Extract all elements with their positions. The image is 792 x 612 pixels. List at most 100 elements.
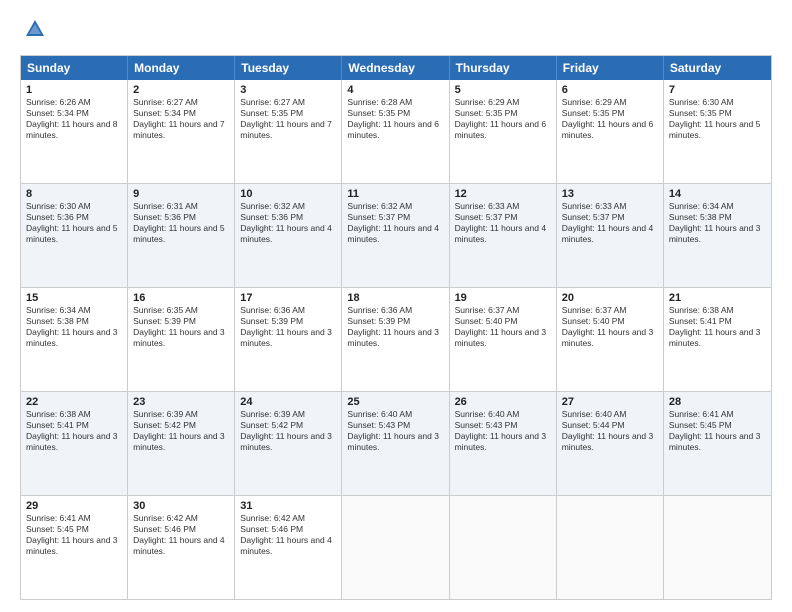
day-number: 20 bbox=[562, 292, 658, 304]
day-cell-30: 30Sunrise: 6:42 AM Sunset: 5:46 PM Dayli… bbox=[128, 496, 235, 599]
cell-info: Sunrise: 6:27 AM Sunset: 5:34 PM Dayligh… bbox=[133, 97, 229, 141]
cell-info: Sunrise: 6:39 AM Sunset: 5:42 PM Dayligh… bbox=[240, 409, 336, 453]
day-number: 15 bbox=[26, 292, 122, 304]
day-cell-1: 1Sunrise: 6:26 AM Sunset: 5:34 PM Daylig… bbox=[21, 80, 128, 183]
day-number: 17 bbox=[240, 292, 336, 304]
calendar-row-2: 8Sunrise: 6:30 AM Sunset: 5:36 PM Daylig… bbox=[21, 184, 771, 288]
cell-info: Sunrise: 6:39 AM Sunset: 5:42 PM Dayligh… bbox=[133, 409, 229, 453]
day-cell-4: 4Sunrise: 6:28 AM Sunset: 5:35 PM Daylig… bbox=[342, 80, 449, 183]
cell-info: Sunrise: 6:33 AM Sunset: 5:37 PM Dayligh… bbox=[455, 201, 551, 245]
cell-info: Sunrise: 6:30 AM Sunset: 5:35 PM Dayligh… bbox=[669, 97, 766, 141]
day-cell-9: 9Sunrise: 6:31 AM Sunset: 5:36 PM Daylig… bbox=[128, 184, 235, 287]
day-cell-13: 13Sunrise: 6:33 AM Sunset: 5:37 PM Dayli… bbox=[557, 184, 664, 287]
day-cell-12: 12Sunrise: 6:33 AM Sunset: 5:37 PM Dayli… bbox=[450, 184, 557, 287]
day-number: 22 bbox=[26, 396, 122, 408]
day-number: 3 bbox=[240, 84, 336, 96]
day-number: 21 bbox=[669, 292, 766, 304]
calendar-row-4: 22Sunrise: 6:38 AM Sunset: 5:41 PM Dayli… bbox=[21, 392, 771, 496]
cell-info: Sunrise: 6:35 AM Sunset: 5:39 PM Dayligh… bbox=[133, 305, 229, 349]
day-number: 10 bbox=[240, 188, 336, 200]
calendar-row-1: 1Sunrise: 6:26 AM Sunset: 5:34 PM Daylig… bbox=[21, 80, 771, 184]
day-cell-27: 27Sunrise: 6:40 AM Sunset: 5:44 PM Dayli… bbox=[557, 392, 664, 495]
cell-info: Sunrise: 6:42 AM Sunset: 5:46 PM Dayligh… bbox=[240, 513, 336, 557]
day-number: 18 bbox=[347, 292, 443, 304]
day-number: 28 bbox=[669, 396, 766, 408]
day-number: 8 bbox=[26, 188, 122, 200]
day-cell-26: 26Sunrise: 6:40 AM Sunset: 5:43 PM Dayli… bbox=[450, 392, 557, 495]
day-cell-14: 14Sunrise: 6:34 AM Sunset: 5:38 PM Dayli… bbox=[664, 184, 771, 287]
day-cell-19: 19Sunrise: 6:37 AM Sunset: 5:40 PM Dayli… bbox=[450, 288, 557, 391]
day-number: 13 bbox=[562, 188, 658, 200]
calendar-body: 1Sunrise: 6:26 AM Sunset: 5:34 PM Daylig… bbox=[21, 80, 771, 599]
day-number: 12 bbox=[455, 188, 551, 200]
day-cell-7: 7Sunrise: 6:30 AM Sunset: 5:35 PM Daylig… bbox=[664, 80, 771, 183]
empty-cell bbox=[557, 496, 664, 599]
day-number: 9 bbox=[133, 188, 229, 200]
day-number: 19 bbox=[455, 292, 551, 304]
empty-cell bbox=[342, 496, 449, 599]
cell-info: Sunrise: 6:36 AM Sunset: 5:39 PM Dayligh… bbox=[240, 305, 336, 349]
day-number: 25 bbox=[347, 396, 443, 408]
cell-info: Sunrise: 6:31 AM Sunset: 5:36 PM Dayligh… bbox=[133, 201, 229, 245]
day-number: 6 bbox=[562, 84, 658, 96]
day-number: 4 bbox=[347, 84, 443, 96]
day-number: 26 bbox=[455, 396, 551, 408]
day-cell-15: 15Sunrise: 6:34 AM Sunset: 5:38 PM Dayli… bbox=[21, 288, 128, 391]
calendar-header: SundayMondayTuesdayWednesdayThursdayFrid… bbox=[21, 56, 771, 80]
day-cell-20: 20Sunrise: 6:37 AM Sunset: 5:40 PM Dayli… bbox=[557, 288, 664, 391]
cell-info: Sunrise: 6:41 AM Sunset: 5:45 PM Dayligh… bbox=[669, 409, 766, 453]
day-number: 24 bbox=[240, 396, 336, 408]
header bbox=[20, 16, 772, 45]
day-number: 1 bbox=[26, 84, 122, 96]
header-day-friday: Friday bbox=[557, 56, 664, 80]
day-number: 5 bbox=[455, 84, 551, 96]
day-number: 29 bbox=[26, 500, 122, 512]
cell-info: Sunrise: 6:42 AM Sunset: 5:46 PM Dayligh… bbox=[133, 513, 229, 557]
page: SundayMondayTuesdayWednesdayThursdayFrid… bbox=[0, 0, 792, 612]
day-cell-29: 29Sunrise: 6:41 AM Sunset: 5:45 PM Dayli… bbox=[21, 496, 128, 599]
cell-info: Sunrise: 6:34 AM Sunset: 5:38 PM Dayligh… bbox=[669, 201, 766, 245]
cell-info: Sunrise: 6:40 AM Sunset: 5:43 PM Dayligh… bbox=[455, 409, 551, 453]
day-cell-24: 24Sunrise: 6:39 AM Sunset: 5:42 PM Dayli… bbox=[235, 392, 342, 495]
day-cell-17: 17Sunrise: 6:36 AM Sunset: 5:39 PM Dayli… bbox=[235, 288, 342, 391]
cell-info: Sunrise: 6:37 AM Sunset: 5:40 PM Dayligh… bbox=[455, 305, 551, 349]
day-cell-5: 5Sunrise: 6:29 AM Sunset: 5:35 PM Daylig… bbox=[450, 80, 557, 183]
cell-info: Sunrise: 6:40 AM Sunset: 5:43 PM Dayligh… bbox=[347, 409, 443, 453]
cell-info: Sunrise: 6:26 AM Sunset: 5:34 PM Dayligh… bbox=[26, 97, 122, 141]
day-number: 11 bbox=[347, 188, 443, 200]
logo-icon bbox=[24, 18, 46, 45]
day-number: 30 bbox=[133, 500, 229, 512]
day-number: 27 bbox=[562, 396, 658, 408]
empty-cell bbox=[664, 496, 771, 599]
cell-info: Sunrise: 6:36 AM Sunset: 5:39 PM Dayligh… bbox=[347, 305, 443, 349]
day-cell-25: 25Sunrise: 6:40 AM Sunset: 5:43 PM Dayli… bbox=[342, 392, 449, 495]
header-day-thursday: Thursday bbox=[450, 56, 557, 80]
calendar-row-3: 15Sunrise: 6:34 AM Sunset: 5:38 PM Dayli… bbox=[21, 288, 771, 392]
cell-info: Sunrise: 6:34 AM Sunset: 5:38 PM Dayligh… bbox=[26, 305, 122, 349]
day-cell-6: 6Sunrise: 6:29 AM Sunset: 5:35 PM Daylig… bbox=[557, 80, 664, 183]
day-number: 23 bbox=[133, 396, 229, 408]
day-cell-31: 31Sunrise: 6:42 AM Sunset: 5:46 PM Dayli… bbox=[235, 496, 342, 599]
day-number: 2 bbox=[133, 84, 229, 96]
cell-info: Sunrise: 6:33 AM Sunset: 5:37 PM Dayligh… bbox=[562, 201, 658, 245]
cell-info: Sunrise: 6:29 AM Sunset: 5:35 PM Dayligh… bbox=[562, 97, 658, 141]
header-day-wednesday: Wednesday bbox=[342, 56, 449, 80]
cell-info: Sunrise: 6:38 AM Sunset: 5:41 PM Dayligh… bbox=[669, 305, 766, 349]
day-cell-22: 22Sunrise: 6:38 AM Sunset: 5:41 PM Dayli… bbox=[21, 392, 128, 495]
day-number: 14 bbox=[669, 188, 766, 200]
header-day-tuesday: Tuesday bbox=[235, 56, 342, 80]
header-day-saturday: Saturday bbox=[664, 56, 771, 80]
cell-info: Sunrise: 6:27 AM Sunset: 5:35 PM Dayligh… bbox=[240, 97, 336, 141]
calendar: SundayMondayTuesdayWednesdayThursdayFrid… bbox=[20, 55, 772, 600]
day-cell-23: 23Sunrise: 6:39 AM Sunset: 5:42 PM Dayli… bbox=[128, 392, 235, 495]
calendar-row-5: 29Sunrise: 6:41 AM Sunset: 5:45 PM Dayli… bbox=[21, 496, 771, 599]
cell-info: Sunrise: 6:32 AM Sunset: 5:36 PM Dayligh… bbox=[240, 201, 336, 245]
day-cell-18: 18Sunrise: 6:36 AM Sunset: 5:39 PM Dayli… bbox=[342, 288, 449, 391]
day-cell-21: 21Sunrise: 6:38 AM Sunset: 5:41 PM Dayli… bbox=[664, 288, 771, 391]
cell-info: Sunrise: 6:40 AM Sunset: 5:44 PM Dayligh… bbox=[562, 409, 658, 453]
day-cell-28: 28Sunrise: 6:41 AM Sunset: 5:45 PM Dayli… bbox=[664, 392, 771, 495]
header-day-monday: Monday bbox=[128, 56, 235, 80]
cell-info: Sunrise: 6:41 AM Sunset: 5:45 PM Dayligh… bbox=[26, 513, 122, 557]
cell-info: Sunrise: 6:37 AM Sunset: 5:40 PM Dayligh… bbox=[562, 305, 658, 349]
cell-info: Sunrise: 6:32 AM Sunset: 5:37 PM Dayligh… bbox=[347, 201, 443, 245]
